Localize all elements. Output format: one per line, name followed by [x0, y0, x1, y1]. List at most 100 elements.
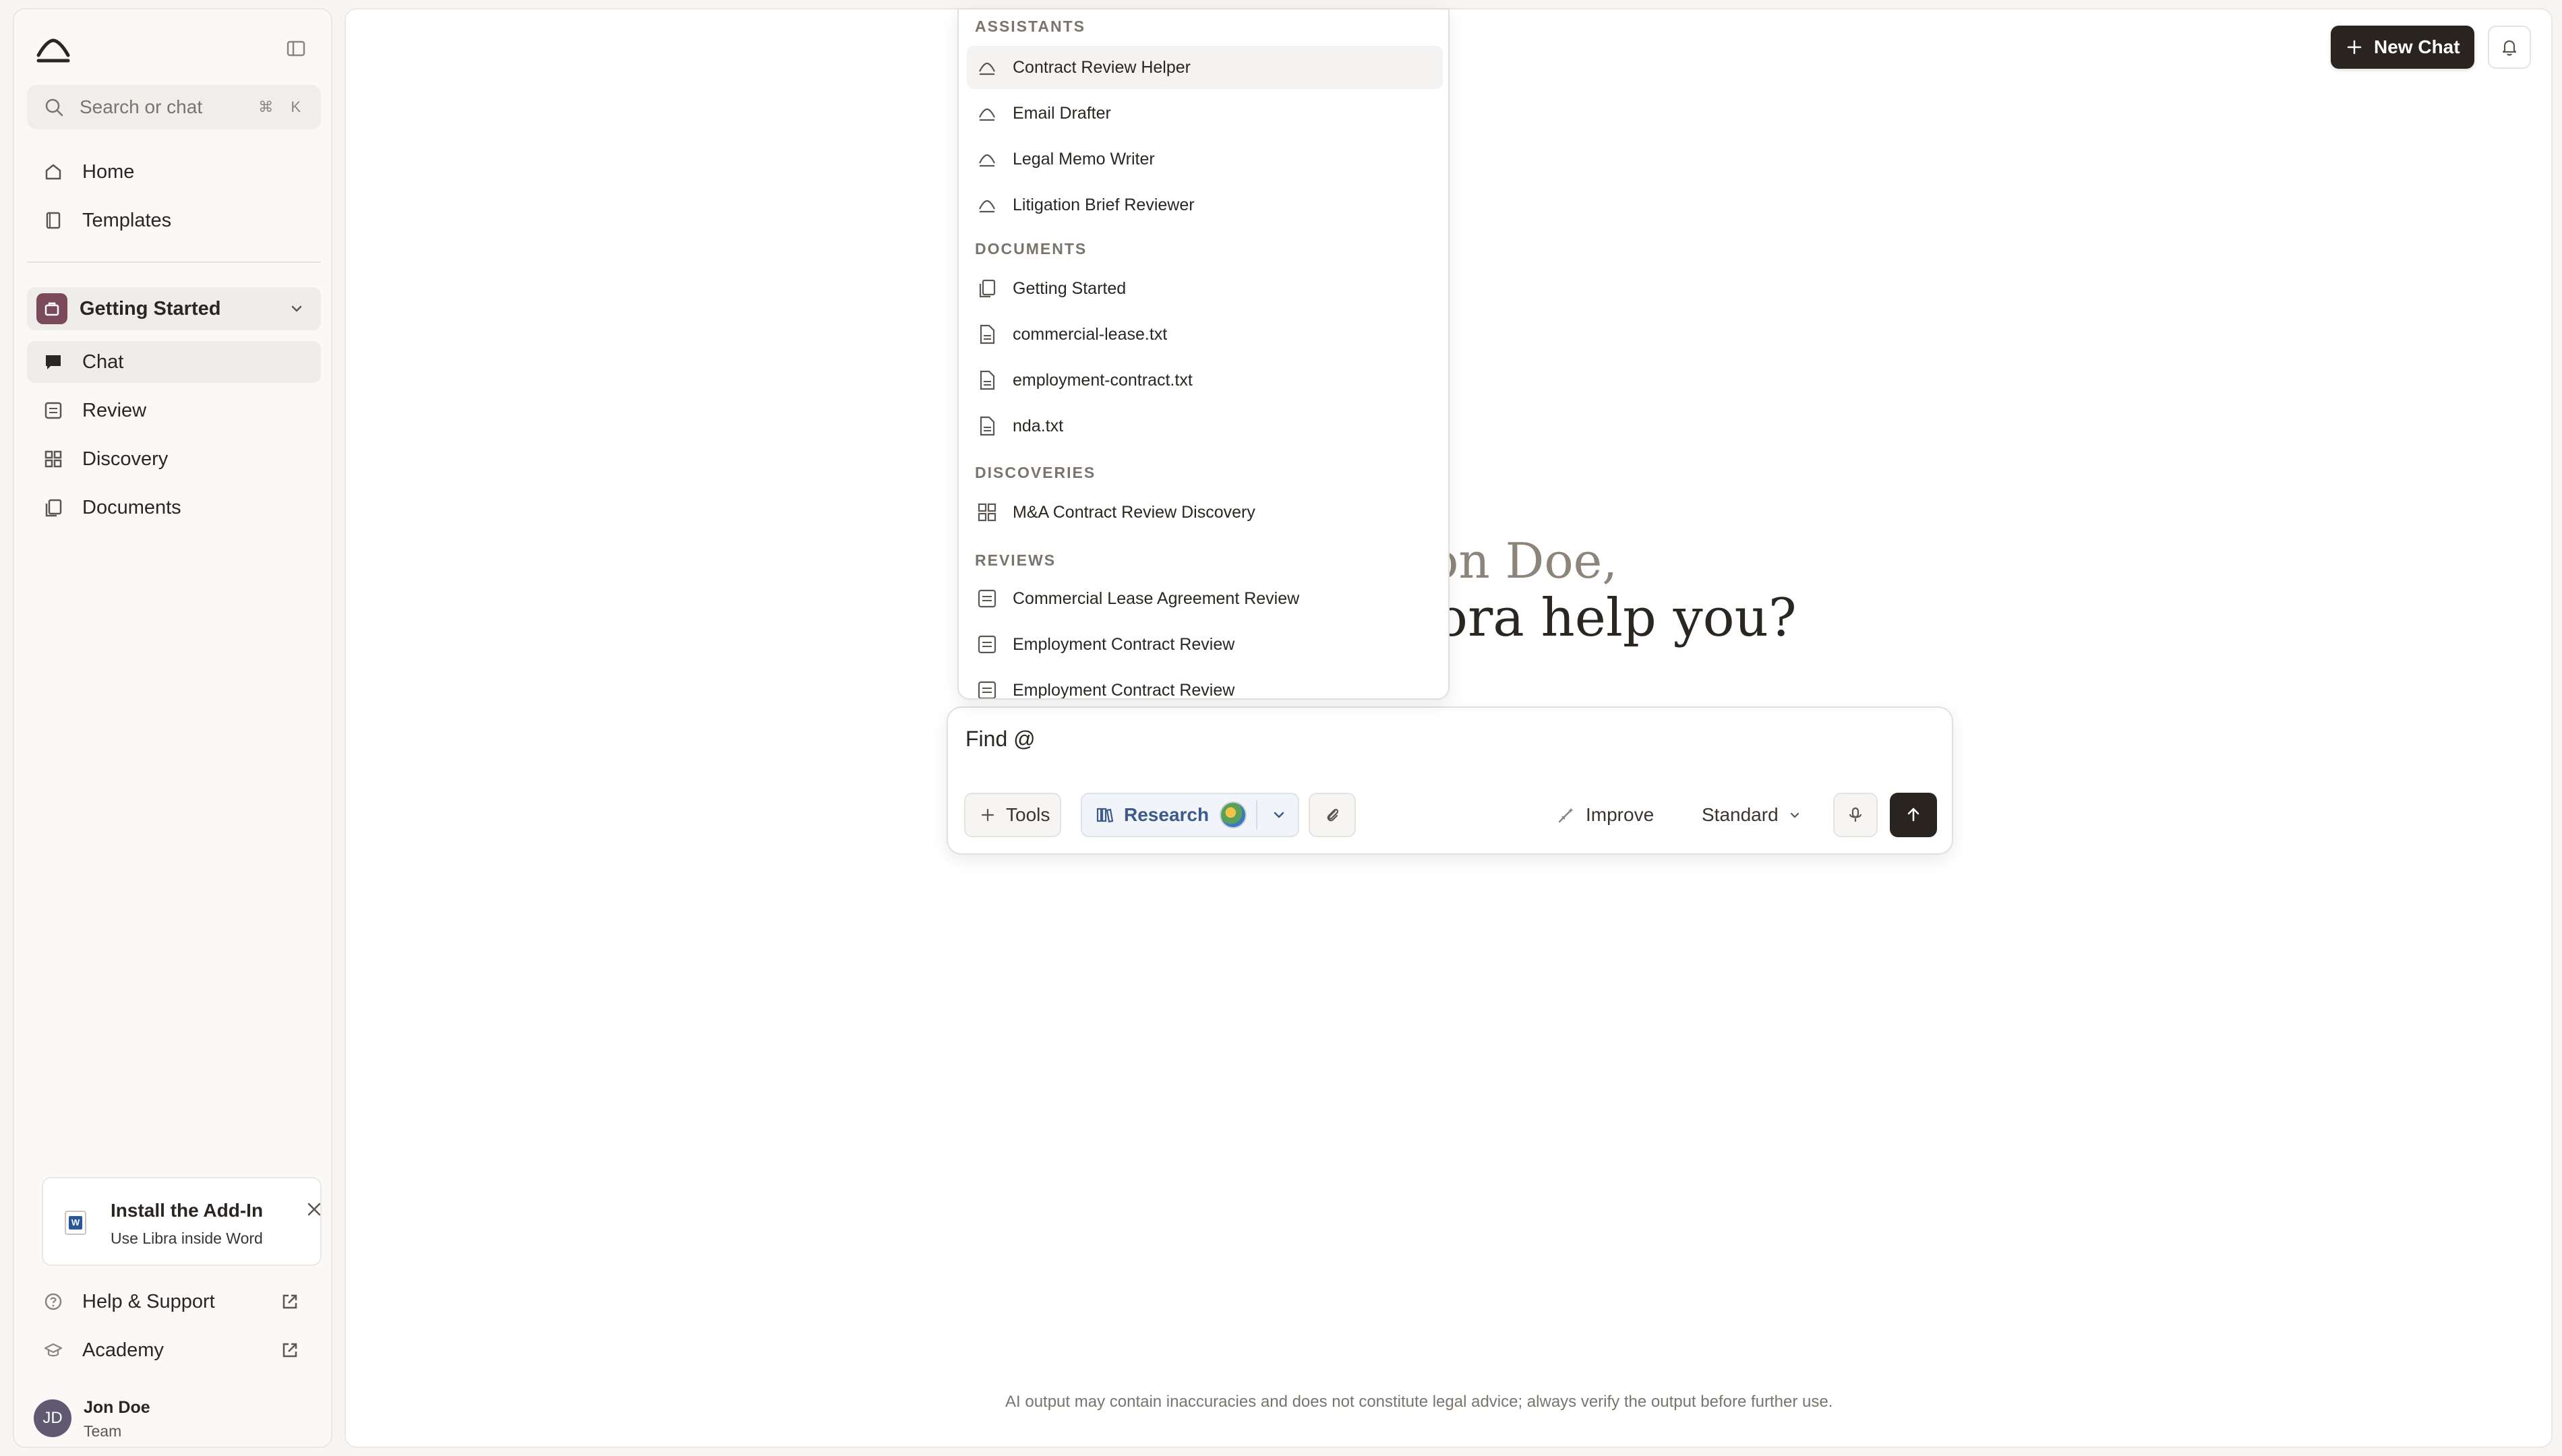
- dropdown-item-label: Employment Contract Review: [1013, 680, 1235, 700]
- section-heading-assistants: ASSISTANTS: [975, 18, 1085, 35]
- sidebar-item-label: Discovery: [82, 448, 169, 470]
- workspace-name: Getting Started: [80, 297, 221, 320]
- dropdown-item-assistant[interactable]: Litigation Brief Reviewer: [967, 183, 1443, 226]
- dropdown-item-review[interactable]: Employment Contract Review: [967, 623, 1443, 666]
- dropdown-item-assistant[interactable]: Email Drafter: [967, 92, 1443, 135]
- dropdown-item-label: Email Drafter: [1013, 103, 1111, 123]
- dropdown-item-label: Commercial Lease Agreement Review: [1013, 588, 1300, 608]
- attach-button[interactable]: [1309, 793, 1356, 837]
- sidebar-item-label: Documents: [82, 496, 181, 518]
- search-placeholder: Search or chat: [80, 96, 203, 117]
- sidebar-item-review[interactable]: Review: [27, 390, 321, 431]
- plus-icon: [979, 806, 996, 824]
- book-icon: [43, 210, 63, 231]
- assistant-icon: [976, 57, 998, 78]
- close-icon[interactable]: [305, 1200, 324, 1219]
- documents-icon: [43, 497, 63, 518]
- new-chat-label: New Chat: [2374, 36, 2460, 57]
- tools-button[interactable]: Tools: [964, 793, 1061, 837]
- assistant-icon: [976, 148, 998, 170]
- improve-button[interactable]: Improve: [1556, 793, 1654, 837]
- dropdown-item-document[interactable]: commercial-lease.txt: [967, 313, 1443, 356]
- sidebar-item-discovery[interactable]: Discovery: [27, 438, 321, 480]
- chevron-down-icon[interactable]: [1271, 807, 1287, 823]
- greeting-line-1: on Doe,: [1429, 533, 1618, 589]
- sidebar-divider: [27, 262, 321, 263]
- sidebar-item-academy[interactable]: Academy: [27, 1329, 321, 1371]
- file-text-icon: [976, 369, 998, 391]
- chevron-down-icon: [289, 301, 305, 317]
- tools-label: Tools: [1006, 804, 1050, 825]
- chat-composer: Find @ Tools Research Improve Standard: [947, 706, 1953, 855]
- workspace-icon: [36, 293, 67, 324]
- sidebar-item-templates[interactable]: Templates: [27, 200, 321, 241]
- external-link-icon: [279, 1339, 301, 1361]
- sidebar-item-home[interactable]: Home: [27, 151, 321, 193]
- legal-disclaimer: AI output may contain inaccuracies and d…: [1005, 1393, 1833, 1411]
- notifications-button[interactable]: [2488, 26, 2531, 69]
- user-role: Team: [84, 1422, 122, 1440]
- dropdown-item-label: Contract Review Helper: [1013, 57, 1191, 77]
- sidebar-item-label: Templates: [82, 209, 172, 231]
- magic-wand-icon: [1556, 805, 1576, 825]
- mode-label: Standard: [1702, 804, 1779, 825]
- assistant-icon: [976, 102, 998, 124]
- chat-input[interactable]: Find @: [965, 727, 1036, 752]
- dropdown-item-document[interactable]: Getting Started: [967, 267, 1443, 310]
- dropdown-item-document[interactable]: employment-contract.txt: [967, 359, 1443, 402]
- dropdown-item-label: commercial-lease.txt: [1013, 324, 1168, 344]
- avatar: JD: [34, 1399, 71, 1437]
- addin-title: Install the Add-In: [111, 1200, 264, 1221]
- sidebar-item-documents[interactable]: Documents: [27, 487, 321, 528]
- dropdown-item-label: Getting Started: [1013, 278, 1127, 298]
- section-heading-discoveries: DISCOVERIES: [975, 464, 1096, 481]
- review-icon: [43, 400, 63, 421]
- sidebar: Search or chat ⌘ K Home Templates Gettin…: [13, 8, 332, 1448]
- research-button[interactable]: Research: [1081, 793, 1299, 837]
- file-text-icon: [976, 415, 998, 437]
- source-globe-icon: [1220, 801, 1247, 828]
- dropdown-item-label: Legal Memo Writer: [1013, 149, 1155, 169]
- research-separator: [1256, 800, 1258, 830]
- libra-logo-icon[interactable]: [33, 30, 73, 70]
- microphone-icon: [1846, 806, 1865, 824]
- grid-icon: [43, 449, 63, 469]
- external-link-icon: [279, 1291, 301, 1312]
- dropdown-item-document[interactable]: nda.txt: [967, 404, 1443, 448]
- help-icon: [43, 1292, 63, 1312]
- sidebar-item-chat[interactable]: Chat: [27, 341, 321, 383]
- addin-subtitle: Use Libra inside Word: [111, 1230, 263, 1247]
- documents-icon: [976, 278, 998, 299]
- collapse-sidebar-icon[interactable]: [285, 38, 307, 59]
- send-button[interactable]: [1890, 793, 1937, 837]
- dropdown-item-label: employment-contract.txt: [1013, 370, 1193, 390]
- workspace-selector[interactable]: Getting Started: [27, 287, 321, 330]
- sidebar-item-label: Review: [82, 399, 147, 421]
- bell-icon: [2499, 37, 2520, 57]
- dropdown-item-assistant[interactable]: Legal Memo Writer: [967, 138, 1443, 181]
- sidebar-item-label: Help & Support: [82, 1290, 215, 1312]
- paperclip-icon: [1322, 805, 1342, 825]
- dropdown-item-label: nda.txt: [1013, 416, 1064, 435]
- dropdown-item-discovery[interactable]: M&A Contract Review Discovery: [967, 491, 1443, 534]
- mode-selector[interactable]: Standard: [1702, 793, 1801, 837]
- dropdown-item-review[interactable]: Employment Contract Review: [967, 669, 1443, 700]
- assistant-icon: [976, 194, 998, 216]
- dropdown-item-assistant[interactable]: Contract Review Helper: [967, 46, 1443, 89]
- addin-banner[interactable]: W Install the Add-In Use Libra inside Wo…: [42, 1177, 322, 1266]
- user-name: Jon Doe: [84, 1398, 150, 1417]
- search-input[interactable]: Search or chat ⌘ K: [27, 85, 321, 129]
- user-profile[interactable]: JD Jon Doe Team: [20, 1394, 317, 1448]
- word-icon: W: [65, 1211, 86, 1235]
- chat-icon: [43, 352, 63, 372]
- dropdown-item-label: Litigation Brief Reviewer: [1013, 195, 1195, 214]
- sidebar-item-help[interactable]: Help & Support: [27, 1281, 321, 1323]
- library-icon: [1094, 805, 1114, 825]
- dropdown-item-review[interactable]: Commercial Lease Agreement Review: [967, 577, 1443, 620]
- voice-input-button[interactable]: [1833, 793, 1878, 837]
- improve-label: Improve: [1586, 804, 1655, 825]
- plus-icon: [2346, 38, 2363, 56]
- file-text-icon: [976, 324, 998, 345]
- new-chat-button[interactable]: New Chat: [2331, 26, 2474, 69]
- dropdown-item-label: Employment Contract Review: [1013, 634, 1235, 654]
